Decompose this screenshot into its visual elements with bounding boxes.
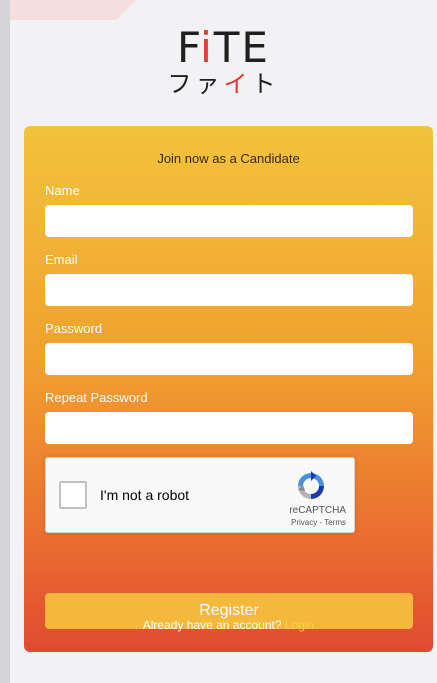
logo-katakana: ファイト bbox=[10, 70, 437, 98]
email-label: Email bbox=[45, 252, 78, 267]
logo-letter-i: i bbox=[200, 23, 214, 72]
login-prompt-text: Already have an account? bbox=[142, 618, 282, 632]
logo-letters-te: TE bbox=[213, 23, 270, 72]
recaptcha-logo-icon bbox=[298, 471, 324, 499]
password-input[interactable] bbox=[45, 343, 413, 375]
recaptcha-privacy-terms-link[interactable]: Privacy - Terms bbox=[291, 518, 346, 527]
name-input[interactable] bbox=[45, 205, 413, 237]
repeat-password-label: Repeat Password bbox=[45, 390, 148, 405]
login-prompt-line: Already have an account? Login bbox=[24, 618, 433, 632]
logo-letter-f: F bbox=[177, 23, 201, 72]
logo-kana-end: ト bbox=[251, 70, 280, 98]
logo-kana-accent: イ bbox=[223, 70, 252, 98]
name-label: Name bbox=[45, 183, 80, 198]
register-card: Join now as a Candidate Name Email Passw… bbox=[24, 126, 433, 652]
logo-wordmark: FiTE bbox=[10, 26, 437, 70]
decorative-corner-stripe bbox=[10, 0, 136, 20]
email-input[interactable] bbox=[45, 274, 413, 306]
fite-logo: FiTE ファイト bbox=[10, 26, 437, 99]
recaptcha-widget: I'm not a robot reCAPTCHA Privacy - Term… bbox=[45, 457, 355, 533]
login-link[interactable]: Login bbox=[285, 618, 314, 632]
recaptcha-label: I'm not a robot bbox=[100, 487, 190, 503]
password-label: Password bbox=[45, 321, 103, 336]
recaptcha-checkbox[interactable] bbox=[59, 481, 87, 509]
page: FiTE ファイト Join now as a Candidate Name E… bbox=[10, 0, 437, 683]
form-title: Join now as a Candidate bbox=[157, 151, 300, 166]
recaptcha-brand-text: reCAPTCHA bbox=[289, 505, 346, 516]
repeat-password-input[interactable] bbox=[45, 412, 413, 444]
logo-kana-start: ファ bbox=[167, 70, 224, 98]
